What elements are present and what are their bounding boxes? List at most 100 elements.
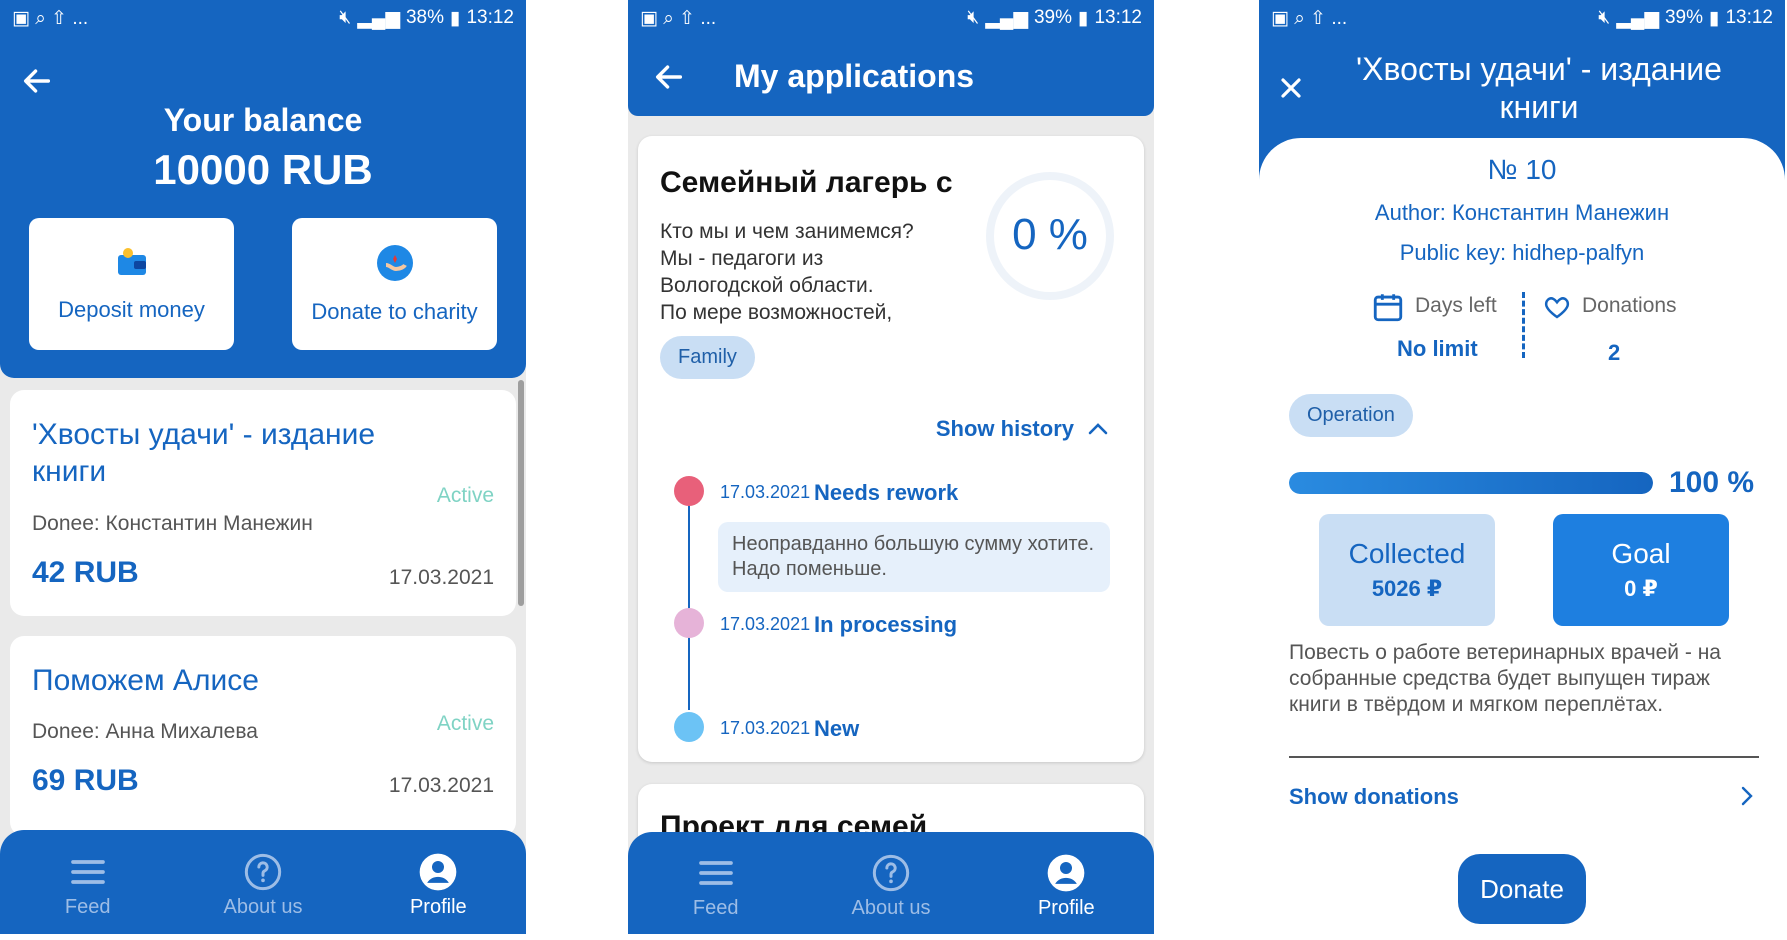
deposit-money-button[interactable]: Deposit money [29, 218, 234, 350]
progress-bar [1289, 472, 1653, 494]
battery-icon: ▮ [1708, 7, 1720, 29]
project-screen: ▣ ⌕ ⇧ ... 🔇︎ ▂▄▆ 39% ▮ 13:12 'Хвосты уда… [1259, 0, 1785, 934]
deposit-money-label: Deposit money [58, 297, 205, 322]
project-author: Author: Константин Манежин [1374, 200, 1670, 225]
show-donations-label: Show donations [1289, 784, 1459, 809]
donations-value: 2 [1608, 340, 1621, 365]
balance-amount: 10000 RUB [153, 146, 373, 193]
donate-to-charity-button[interactable]: Donate to charity [292, 218, 497, 350]
signal-icon: ▂▄▆ [1616, 7, 1659, 29]
donation-card[interactable]: Поможем Алисе Active Donee: Анна Михалев… [10, 636, 516, 836]
account-circle-icon [419, 853, 457, 890]
bottom-nav: Feed About us Profile [0, 830, 526, 934]
nav-feed[interactable]: Feed [18, 852, 158, 919]
category-tag: Family [660, 336, 755, 379]
goal-label: Goal [1611, 538, 1671, 569]
wallet-icon [117, 248, 146, 275]
title-line: 'Хвосты удачи' - издание [1356, 51, 1722, 87]
history-status: In processing [814, 612, 958, 637]
nav-about-label: About us [851, 896, 931, 919]
category-tag: Operation [1289, 394, 1413, 437]
show-history-label: Show history [935, 416, 1074, 441]
days-left-value: No limit [1397, 336, 1478, 361]
page-title: My applications [734, 58, 975, 94]
mute-icon: 🔇︎ [967, 7, 980, 28]
scrollbar[interactable] [518, 380, 524, 606]
nav-feed[interactable]: Feed [646, 853, 786, 920]
donations-label: Donations [1582, 294, 1677, 317]
nav-profile-label: Profile [1037, 896, 1095, 919]
goal-value: 0 ₽ [1624, 576, 1658, 601]
project-panel: № 10 Author: Константин Манежин Public k… [1259, 138, 1785, 934]
application-card[interactable]: Семейный лагерь с Кто мы и чем занимемся… [638, 136, 1144, 762]
description-line: Мы - педагоги из [660, 247, 824, 270]
clock: 13:12 [1094, 7, 1142, 28]
days-left-label: Days left [1415, 294, 1497, 317]
donation-status: Active [436, 484, 494, 507]
donation-title: Поможем Алисе [32, 664, 259, 697]
bottom-nav: Feed About us Profile [628, 832, 1154, 934]
question-circle-icon [872, 854, 910, 891]
clock: 13:12 [1725, 7, 1773, 28]
application-description: Кто мы и чем занимемся? Мы - педагоги из… [660, 218, 950, 326]
mute-icon: 🔇︎ [339, 7, 352, 28]
status-dot [674, 712, 704, 742]
status-bar: ▣ ⌕ ⇧ ... 🔇︎ ▂▄▆ 39% ▮ 13:12 [628, 0, 1154, 36]
nav-about[interactable]: About us [193, 852, 333, 919]
donate-to-charity-label: Donate to charity [311, 299, 478, 324]
donation-card[interactable]: 'Хвосты удачи' - издание книги Active Do… [10, 390, 516, 616]
status-bar: ▣ ⌕ ⇧ ... 🔇︎ ▂▄▆ 39% ▮ 13:12 [1259, 0, 1785, 36]
signal-icon: ▂▄▆ [985, 7, 1028, 29]
nav-profile[interactable]: Profile [996, 853, 1136, 920]
progress-fill [1289, 472, 1653, 494]
clock: 13:12 [466, 7, 514, 28]
show-history-toggle[interactable]: Show history [936, 416, 1110, 442]
back-arrow-icon[interactable] [20, 64, 54, 98]
nav-about[interactable]: About us [821, 853, 961, 920]
donate-button[interactable]: Donate [1458, 854, 1586, 924]
donation-amount: 69 RUB [32, 764, 139, 797]
project-public-key: Public key: hidhep-palfyn [1399, 240, 1645, 265]
nav-about-label: About us [223, 895, 303, 918]
menu-icon [698, 860, 733, 885]
menu-icon [70, 859, 105, 884]
mute-icon: 🔇︎ [1598, 7, 1611, 28]
donation-date: 17.03.2021 [388, 774, 494, 797]
status-icons-left: ▣ ⌕ ⇧ ... [1271, 7, 1348, 29]
battery-percent: 39% [1664, 7, 1703, 28]
donation-donee: Donee: Анна Михалева [32, 720, 258, 743]
timeline-line [688, 492, 690, 710]
nav-feed-label: Feed [692, 896, 739, 919]
chevron-right-icon [1741, 786, 1753, 806]
progress-label: 100 % [1669, 466, 1755, 499]
battery-icon: ▮ [1077, 7, 1089, 29]
back-arrow-icon[interactable] [652, 60, 686, 94]
project-number: № 10 [1487, 154, 1557, 185]
status-icons-left: ▣ ⌕ ⇧ ... [640, 7, 717, 29]
description-line: Вологодской области. [660, 274, 874, 297]
donation-status: Active [436, 712, 494, 735]
question-circle-icon [244, 853, 282, 890]
goal-box: Goal 0 ₽ [1553, 514, 1729, 626]
page-title: 'Хвосты удачи' - издание книги [1319, 50, 1759, 126]
history-comment: Неоправданно большую сумму хотите. Надо … [718, 522, 1110, 592]
application-title: Семейный лагерь с [660, 166, 953, 199]
status-icons-right: 🔇︎ ▂▄▆ 39% ▮ 13:12 [1598, 7, 1773, 30]
nav-feed-label: Feed [64, 895, 111, 918]
balance-screen: ▣ ⌕ ⇧ ... 🔇︎ ▂▄▆ 38% ▮ 13:12 Your balanc… [0, 0, 526, 934]
divider [1289, 756, 1759, 758]
close-icon[interactable] [1275, 72, 1307, 104]
status-icons-left: ▣ ⌕ ⇧ ... [12, 7, 89, 29]
status-dot [674, 608, 704, 638]
nav-profile[interactable]: Profile [368, 852, 508, 919]
battery-percent: 38% [405, 7, 444, 28]
signal-icon: ▂▄▆ [357, 7, 400, 29]
history-date: 17.03.2021 [720, 482, 811, 502]
heart-icon [1544, 297, 1570, 319]
donation-title: 'Хвосты удачи' - издание книги [32, 418, 376, 488]
status-icons-right: 🔇︎ ▂▄▆ 38% ▮ 13:12 [339, 7, 514, 30]
show-donations-row[interactable]: Show donations [1289, 778, 1759, 814]
donation-donee: Donee: Константин Манежин [32, 512, 313, 535]
progress-percent: 0 % [1012, 210, 1088, 259]
collected-value: 5026 ₽ [1371, 576, 1443, 601]
